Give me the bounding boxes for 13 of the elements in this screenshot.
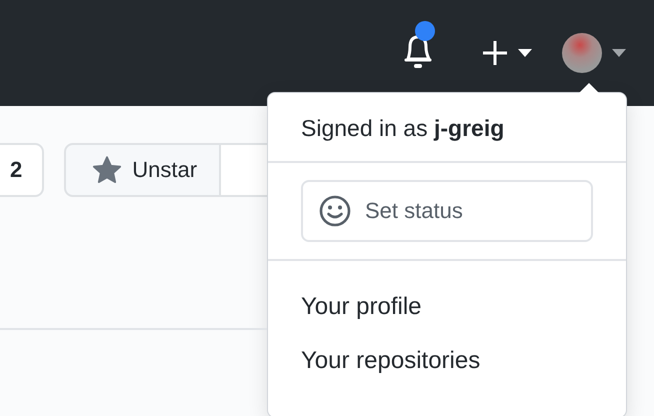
unstar-button[interactable]: Unstar [64, 143, 222, 197]
star-icon [92, 156, 122, 184]
bell-icon[interactable] [402, 21, 438, 71]
count-button[interactable]: 2 [0, 143, 44, 197]
avatar[interactable] [562, 33, 602, 73]
caret-icon[interactable] [518, 49, 532, 57]
smiley-icon [319, 195, 351, 227]
caret-icon[interactable] [612, 49, 626, 57]
menu-item[interactable]: Your repositories [268, 335, 626, 389]
signed-in-text: Signed in as j-greig [300, 114, 506, 143]
set-status-button[interactable]: Set status [301, 180, 593, 242]
plus-icon[interactable] [482, 40, 508, 66]
menu-item[interactable]: Your profile [268, 281, 626, 335]
